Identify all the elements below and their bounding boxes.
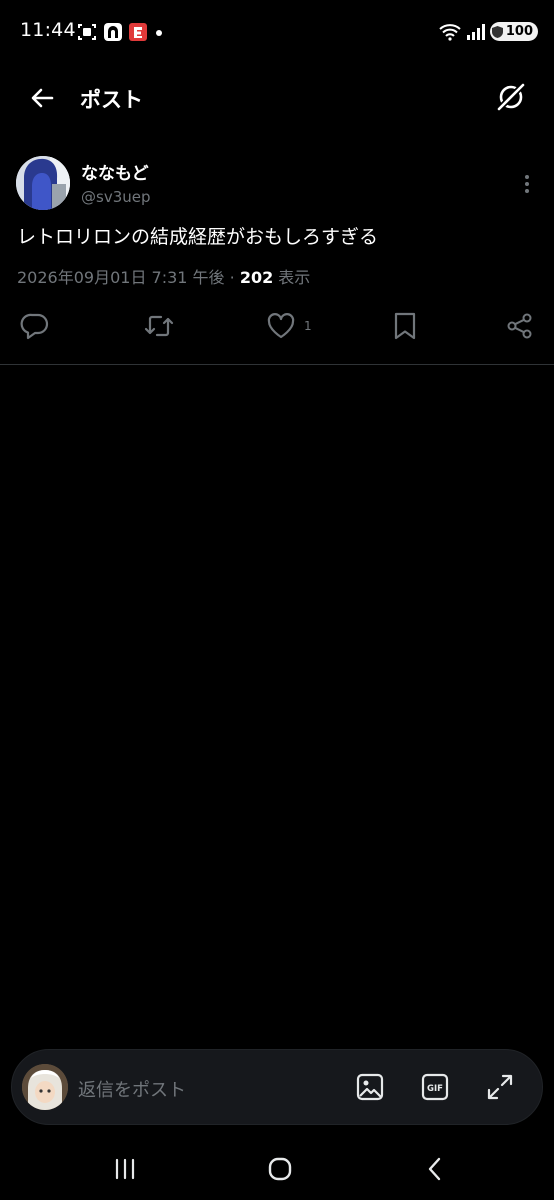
- back-icon: [428, 1157, 441, 1181]
- share-button[interactable]: [505, 308, 535, 344]
- bookmark-icon: [394, 312, 416, 340]
- meta-separator: ·: [224, 268, 240, 287]
- post: ななもど @sv3uep レトロリロンの結成経歴がおもしろすぎる 2026年09…: [0, 150, 554, 365]
- top-app-bar: ポスト: [0, 64, 554, 130]
- retweet-icon: [144, 315, 174, 337]
- like-icon: [267, 313, 295, 339]
- share-icon: [507, 313, 532, 339]
- bookmark-button[interactable]: [391, 308, 419, 344]
- signal-icon: [465, 21, 487, 43]
- app-badge-icon: [127, 21, 149, 43]
- reply-composer[interactable]: 返信をポスト GIF: [11, 1049, 543, 1125]
- app-icon: [102, 21, 124, 43]
- home-icon: [268, 1157, 292, 1181]
- like-count: 1: [304, 319, 312, 333]
- wifi-icon: [439, 21, 461, 43]
- grok-icon: [495, 81, 527, 113]
- more-options-button[interactable]: [517, 172, 537, 196]
- reply-icon: [20, 313, 49, 340]
- views-label: 表示: [273, 268, 311, 287]
- page-title: ポスト: [80, 88, 143, 112]
- like-button[interactable]: 1: [266, 308, 312, 344]
- status-time: 11:44: [20, 19, 76, 41]
- reply-button[interactable]: [20, 308, 50, 344]
- notification-dot: [156, 30, 162, 36]
- user-handle[interactable]: @sv3uep: [81, 188, 151, 206]
- grok-button[interactable]: [494, 80, 528, 114]
- battery-icon: 100: [490, 22, 538, 41]
- more-vertical-icon: [525, 175, 529, 193]
- add-image-button[interactable]: [355, 1072, 385, 1102]
- post-actions: 1: [0, 308, 554, 344]
- post-meta: 2026年09月01日 7:31 午後 · 202 表示: [17, 264, 310, 288]
- status-bar: 11:44 100: [0, 0, 554, 64]
- post-text: レトロリロンの結成経歴がおもしろすぎる: [17, 226, 379, 248]
- repost-button[interactable]: [143, 308, 175, 344]
- svg-text:GIF: GIF: [427, 1084, 443, 1094]
- reply-input[interactable]: 返信をポスト: [78, 1076, 186, 1102]
- display-name[interactable]: ななもど: [81, 159, 149, 184]
- arrow-left-icon: [31, 88, 54, 108]
- back-button[interactable]: [26, 82, 58, 114]
- system-back-button[interactable]: [420, 1154, 450, 1184]
- recents-button[interactable]: [110, 1154, 140, 1184]
- gif-icon: GIF: [421, 1073, 449, 1101]
- screenshot-icon: [76, 21, 98, 43]
- expand-composer-button[interactable]: [485, 1072, 515, 1102]
- recents-icon: [115, 1158, 135, 1180]
- battery-level: 100: [505, 24, 533, 39]
- add-gif-button[interactable]: GIF: [420, 1072, 450, 1102]
- my-avatar: [22, 1064, 68, 1110]
- views-count: 202: [239, 268, 274, 287]
- avatar[interactable]: [16, 156, 70, 210]
- home-button[interactable]: [265, 1154, 295, 1184]
- system-nav-bar: [0, 1136, 554, 1200]
- expand-icon: [487, 1074, 513, 1100]
- image-icon: [356, 1073, 384, 1101]
- post-timestamp[interactable]: 2026年09月01日 7:31 午後: [17, 268, 225, 287]
